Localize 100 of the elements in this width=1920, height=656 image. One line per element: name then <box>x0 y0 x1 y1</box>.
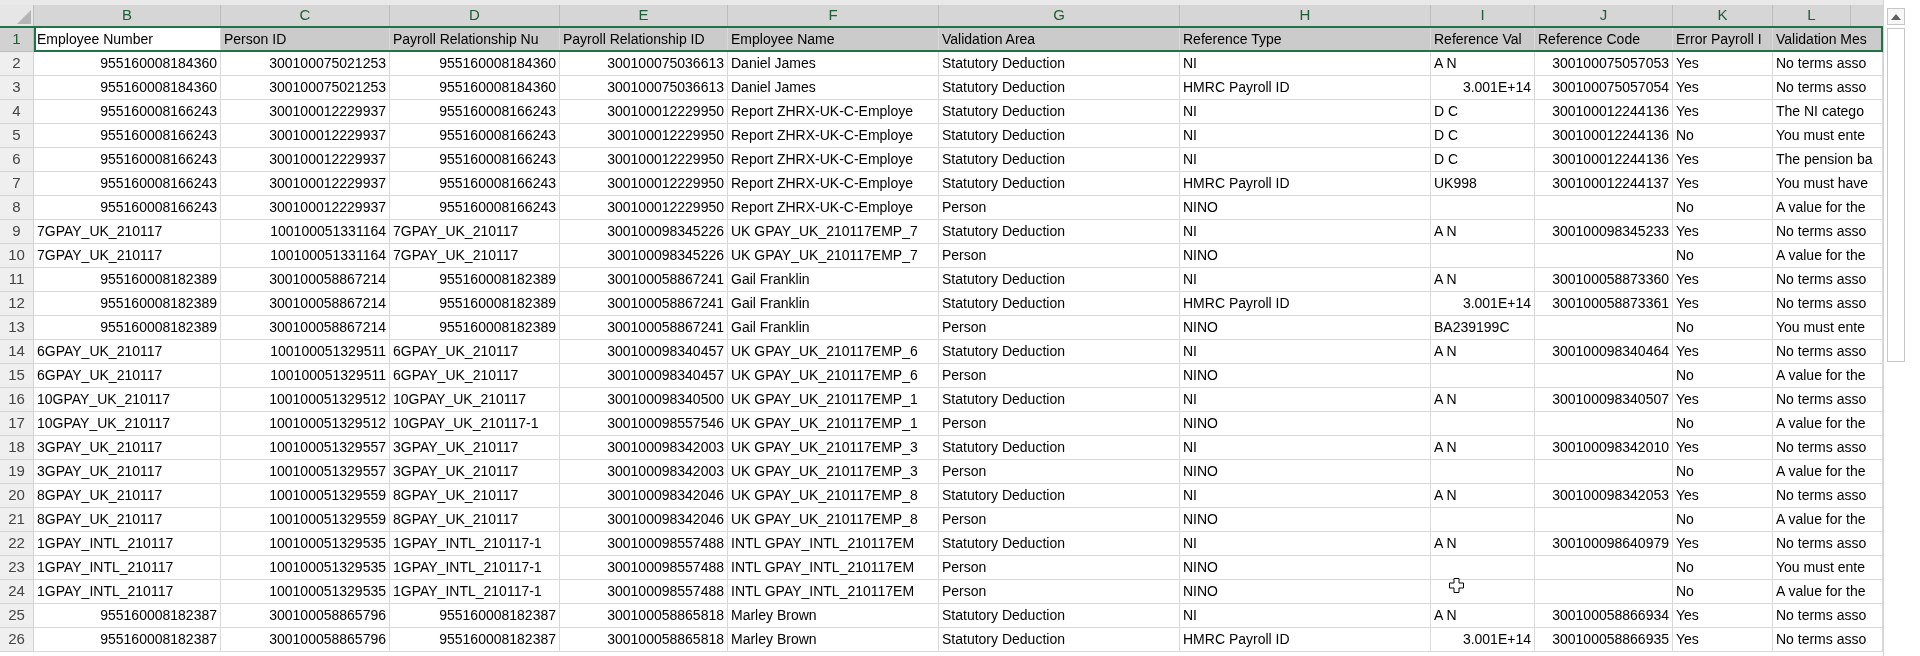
table-cell: INTL GPAY_INTL_210117EM <box>728 556 939 580</box>
row-header[interactable]: 25 <box>0 604 34 628</box>
table-cell: NI <box>1180 340 1431 364</box>
table-cell: 300100098340500 <box>560 388 728 412</box>
cursor-icon <box>1449 578 1464 593</box>
table-cell: 300100058866935 <box>1535 628 1673 652</box>
table-cell: A N <box>1431 268 1535 292</box>
table-cell: 300100098557488 <box>560 556 728 580</box>
row-header[interactable]: 22 <box>0 532 34 556</box>
table-cell: 300100012244136 <box>1535 148 1673 172</box>
table-cell: 955160008184360 <box>34 76 221 100</box>
row-header[interactable]: 20 <box>0 484 34 508</box>
row-header[interactable]: 16 <box>0 388 34 412</box>
table-cell: Report ZHRX-UK-C-Employe <box>728 148 939 172</box>
column-header[interactable]: E <box>560 5 728 26</box>
table-cell: Yes <box>1673 100 1773 124</box>
table-cell: UK GPAY_UK_210117EMP_7 <box>728 220 939 244</box>
row-header[interactable]: 23 <box>0 556 34 580</box>
table-cell: A N <box>1431 532 1535 556</box>
table-cell: NINO <box>1180 580 1431 604</box>
table-cell: NINO <box>1180 508 1431 532</box>
table-cell: Person <box>939 460 1180 484</box>
row-header[interactable]: 24 <box>0 580 34 604</box>
table-cell: 6GPAY_UK_210117 <box>390 340 560 364</box>
column-header[interactable]: K <box>1673 5 1773 26</box>
row-header[interactable]: 18 <box>0 436 34 460</box>
table-cell: 300100098557488 <box>560 580 728 604</box>
table-cell: A value for the <box>1773 460 1883 484</box>
table-cell: Statutory Deduction <box>939 124 1180 148</box>
row-header[interactable]: 4 <box>0 100 34 124</box>
table-cell: No <box>1673 364 1773 388</box>
table-cell: 10GPAY_UK_210117 <box>34 388 221 412</box>
row-header[interactable]: 1 <box>0 28 34 52</box>
row-header[interactable]: 10 <box>0 244 34 268</box>
table-cell: NI <box>1180 484 1431 508</box>
table-cell: 100100051329559 <box>221 484 390 508</box>
table-cell: NI <box>1180 604 1431 628</box>
select-all-icon[interactable] <box>17 10 31 24</box>
table-cell: 300100098340464 <box>1535 340 1673 364</box>
column-header[interactable]: C <box>221 5 390 26</box>
header-cell: Validation Area <box>939 28 1180 52</box>
row-header[interactable]: 7 <box>0 172 34 196</box>
row-header[interactable]: 12 <box>0 292 34 316</box>
row-header[interactable]: 5 <box>0 124 34 148</box>
column-header[interactable]: H <box>1180 5 1431 26</box>
table-cell: 955160008166243 <box>390 172 560 196</box>
table-cell: 300100012229937 <box>221 124 390 148</box>
table-cell: 300100098342053 <box>1535 484 1673 508</box>
row-header[interactable]: 13 <box>0 316 34 340</box>
table-cell: A N <box>1431 220 1535 244</box>
table-cell: 955160008184360 <box>34 52 221 76</box>
table-cell: 6GPAY_UK_210117 <box>390 364 560 388</box>
table-cell: 300100012229937 <box>221 100 390 124</box>
row-header[interactable]: 21 <box>0 508 34 532</box>
column-header[interactable]: F <box>728 5 939 26</box>
table-cell: 300100058865796 <box>221 628 390 652</box>
table-cell: 1GPAY_INTL_210117-1 <box>390 580 560 604</box>
column-header[interactable]: D <box>390 5 560 26</box>
table-cell: A value for the <box>1773 364 1883 388</box>
table-cell: Statutory Deduction <box>939 436 1180 460</box>
table-cell: 10GPAY_UK_210117 <box>34 412 221 436</box>
column-header[interactable]: L <box>1773 5 1851 26</box>
row-header[interactable]: 3 <box>0 76 34 100</box>
table-cell: Statutory Deduction <box>939 148 1180 172</box>
row-header[interactable]: 6 <box>0 148 34 172</box>
table-cell: No terms asso <box>1773 604 1883 628</box>
row-header[interactable]: 2 <box>0 52 34 76</box>
row-header[interactable]: 14 <box>0 340 34 364</box>
column-header[interactable]: J <box>1535 5 1673 26</box>
row-header[interactable]: 9 <box>0 220 34 244</box>
column-header[interactable]: B <box>34 5 221 26</box>
table-cell: HMRC Payroll ID <box>1180 628 1431 652</box>
table-cell: 7GPAY_UK_210117 <box>34 220 221 244</box>
table-cell: 955160008182389 <box>34 316 221 340</box>
table-cell: Yes <box>1673 532 1773 556</box>
column-header[interactable]: I <box>1431 5 1535 26</box>
table-cell: 300100012229937 <box>221 148 390 172</box>
table-cell: 300100098345226 <box>560 220 728 244</box>
table-cell: 300100098345226 <box>560 244 728 268</box>
table-cell: No terms asso <box>1773 220 1883 244</box>
row-header[interactable]: 15 <box>0 364 34 388</box>
table-cell: 300100058867214 <box>221 268 390 292</box>
row-header[interactable]: 8 <box>0 196 34 220</box>
row-header[interactable]: 26 <box>0 628 34 652</box>
table-cell: 955160008166243 <box>34 148 221 172</box>
table-cell: 100100051329511 <box>221 340 390 364</box>
table-cell: Report ZHRX-UK-C-Employe <box>728 100 939 124</box>
table-cell: 3.001E+14 <box>1431 292 1535 316</box>
column-header[interactable]: G <box>939 5 1180 26</box>
scrollbar-thumb[interactable] <box>1887 28 1905 362</box>
table-cell: 100100051331164 <box>221 244 390 268</box>
row-header[interactable]: 17 <box>0 412 34 436</box>
table-cell: Person <box>939 196 1180 220</box>
row-header[interactable]: 11 <box>0 268 34 292</box>
table-cell: A value for the <box>1773 580 1883 604</box>
table-cell: Statutory Deduction <box>939 172 1180 196</box>
row-header[interactable]: 19 <box>0 460 34 484</box>
table-cell: D C <box>1431 148 1535 172</box>
scroll-up-icon[interactable] <box>1891 13 1901 20</box>
table-cell: 300100058867214 <box>221 292 390 316</box>
